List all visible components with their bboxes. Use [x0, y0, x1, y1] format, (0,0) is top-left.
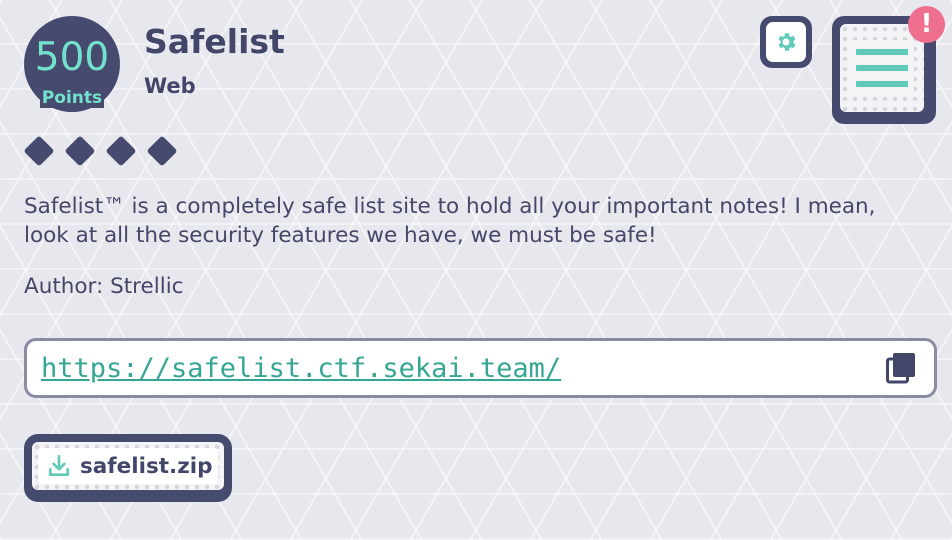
points-badge: 500 Points: [24, 16, 120, 112]
difficulty-diamond-icon: [105, 135, 137, 167]
challenge-url-box: https://safelist.ctf.sekai.team/: [24, 338, 937, 398]
settings-button[interactable]: [760, 16, 812, 68]
challenge-category: Web: [144, 74, 196, 98]
challenge-title: Safelist: [144, 22, 285, 61]
file-name: safelist.zip: [80, 453, 213, 479]
hamburger-menu-icon: [850, 40, 914, 96]
copy-icon[interactable]: [886, 352, 916, 384]
points-value: 500: [34, 35, 110, 80]
challenge-url-link[interactable]: https://safelist.ctf.sekai.team/: [41, 353, 561, 385]
difficulty-diamond-icon: [23, 135, 55, 167]
alert-badge[interactable]: !: [908, 6, 945, 43]
gear-icon: [778, 33, 796, 51]
challenge-author: Author: Strellic: [24, 274, 184, 299]
download-file-button[interactable]: safelist.zip: [24, 434, 232, 502]
difficulty-diamond-icon: [146, 135, 178, 167]
challenge-description: Safelist™ is a completely safe list site…: [24, 194, 876, 248]
download-icon: [49, 454, 69, 476]
difficulty-diamond-icon: [64, 135, 96, 167]
points-label: Points: [40, 88, 104, 108]
difficulty-rating: [23, 135, 178, 167]
